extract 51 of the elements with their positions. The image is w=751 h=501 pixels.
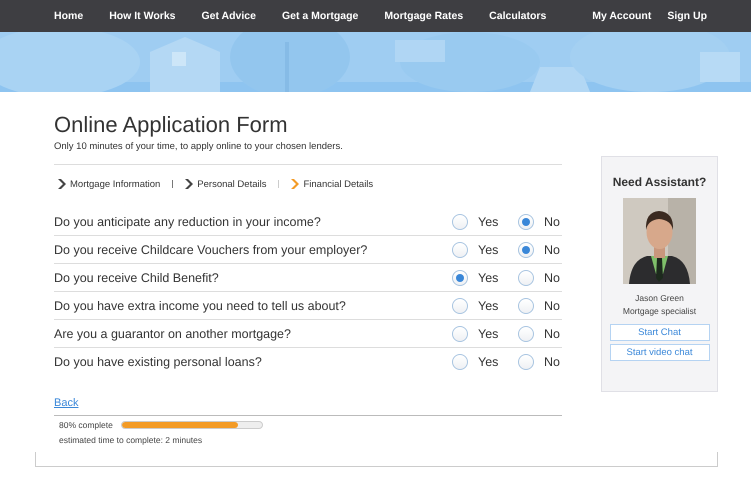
specialist-role: Mortgage specialist xyxy=(622,306,696,316)
radio-label: No xyxy=(544,354,560,368)
question-text: Do you receive Child Benefit? xyxy=(54,270,220,284)
question-text: Do you anticipate any reduction in your income? xyxy=(54,214,322,228)
radio-button[interactable] xyxy=(518,354,534,370)
radio-button[interactable] xyxy=(452,298,468,314)
radio-button[interactable] xyxy=(452,214,468,230)
nav-link[interactable]: How It Works xyxy=(109,10,176,22)
radio-button[interactable] xyxy=(518,270,534,286)
nav-link[interactable]: Get Advice xyxy=(202,10,256,22)
radio-label: Yes xyxy=(478,270,498,284)
chat-button[interactable]: Start Chat xyxy=(610,324,710,341)
radio-button[interactable] xyxy=(518,298,534,314)
nav-link[interactable]: Get a Mortgage xyxy=(282,10,358,22)
nav-link[interactable]: Sign Up xyxy=(667,10,707,22)
back-link[interactable]: Back xyxy=(54,397,78,409)
step-label[interactable]: Financial Details xyxy=(303,178,374,190)
radio-button[interactable] xyxy=(452,354,468,370)
radio-button[interactable] xyxy=(518,242,534,258)
radio-label: Yes xyxy=(478,214,498,228)
subtitle: Only 10 minutes of your time, to apply online to your chosen lenders. xyxy=(54,141,344,152)
question-text: Do you have extra income you need to tell us about? xyxy=(54,298,347,312)
radio-button[interactable] xyxy=(518,214,534,230)
radio-label: Yes xyxy=(478,298,498,312)
radio-button[interactable] xyxy=(452,270,468,286)
radio-button[interactable] xyxy=(518,326,534,342)
radio-button[interactable] xyxy=(452,242,468,258)
radio-label: No xyxy=(544,298,560,312)
question-text: Are you a guarantor on another mortgage? xyxy=(54,326,292,340)
radio-label: No xyxy=(544,242,560,256)
specialist-name: Jason Green xyxy=(635,293,684,303)
radio-button[interactable] xyxy=(452,326,468,342)
step-label[interactable]: Mortgage Information xyxy=(70,178,160,190)
nav-link[interactable]: Home xyxy=(54,10,84,22)
radio-label: Yes xyxy=(478,326,498,340)
radio-label: Yes xyxy=(478,242,498,256)
question-text: Do you have existing personal loans? xyxy=(54,354,263,368)
chat-button[interactable]: Start video chat xyxy=(610,344,710,361)
step-label[interactable]: Personal Details xyxy=(197,178,266,190)
radio-label: Yes xyxy=(478,354,498,368)
question-text: Do you receive Childcare Vouchers from your employer? xyxy=(54,242,368,256)
nav-link[interactable]: Calculators xyxy=(489,10,546,22)
nav-link[interactable]: Mortgage Rates xyxy=(384,10,464,22)
panel-title: Need Assistant? xyxy=(612,175,706,189)
time-estimate: estimated time to complete: 2 minutes xyxy=(59,435,202,445)
radio-label: No xyxy=(544,270,560,284)
nav-link[interactable]: My Account xyxy=(592,10,652,22)
progress-label: 80% complete xyxy=(59,420,113,430)
page-title: Online Application Form xyxy=(54,112,289,138)
radio-label: No xyxy=(544,214,560,228)
radio-label: No xyxy=(544,326,560,340)
